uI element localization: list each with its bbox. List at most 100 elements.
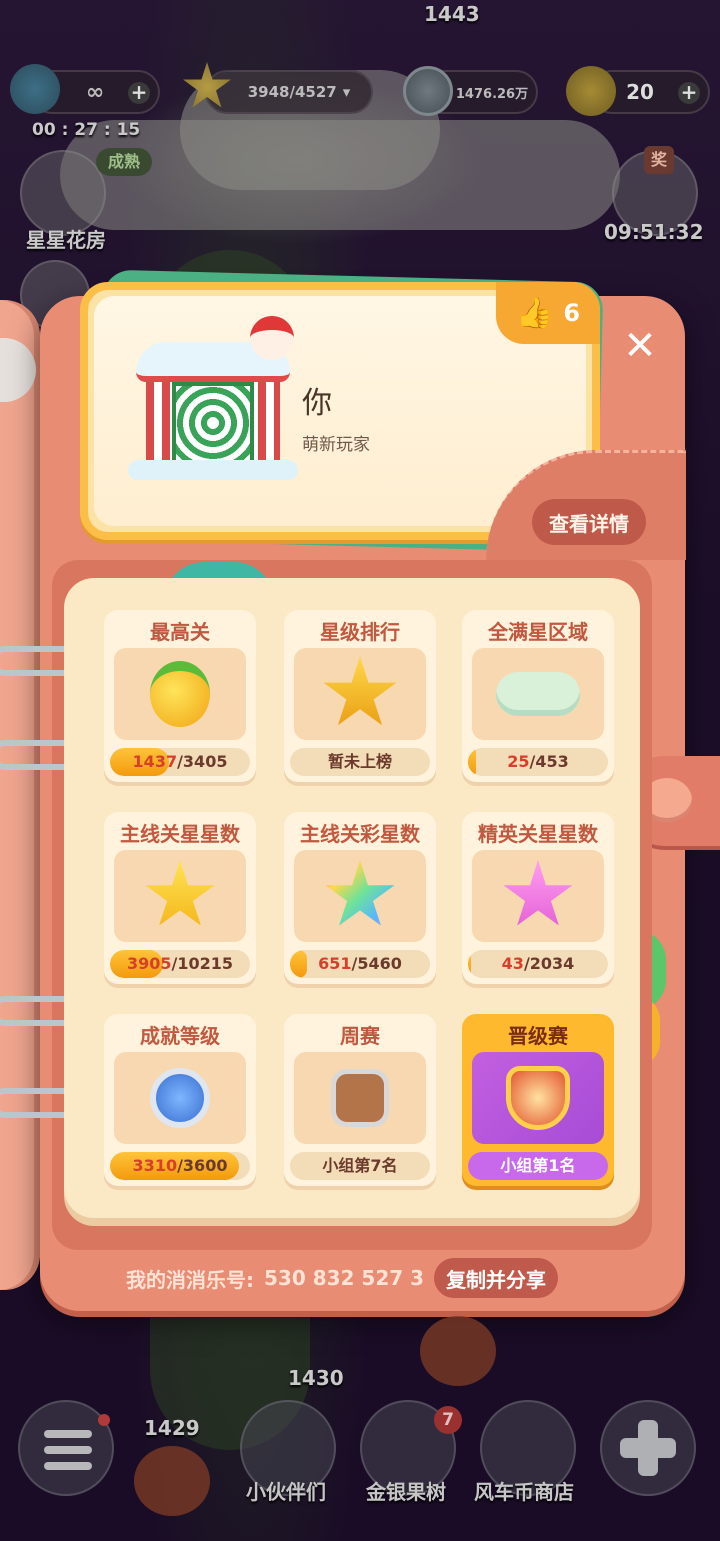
reward-timer: 09:51:32: [604, 220, 704, 244]
stat-value: 43: [501, 954, 524, 973]
player-id-label: 我的消消乐号:: [126, 1267, 254, 1292]
map-level-1429[interactable]: 1429: [144, 1416, 200, 1440]
stat-title: 最高关: [150, 620, 210, 644]
fruit-decoration: [420, 1316, 496, 1386]
stat-progress-text: 25/453: [468, 748, 608, 776]
stat-value: 651: [318, 954, 352, 973]
star-counter[interactable]: 3948/4527 ▾: [205, 70, 373, 114]
stat-total: /5460: [351, 954, 402, 973]
stat-total: /2034: [523, 954, 575, 973]
stat-title: 星级排行: [320, 620, 400, 644]
view-details-button[interactable]: 查看详情: [532, 499, 646, 545]
stat-image: [294, 1052, 426, 1144]
stat-status-bar: 暂未上榜: [290, 748, 430, 776]
gold-plus-button[interactable]: +: [678, 82, 700, 104]
flower-house-label: 星星花房: [26, 228, 106, 252]
player-id-row: 我的消消乐号: 530 832 527 3 复制并分享: [126, 1258, 559, 1298]
stat-status-text: 小组第7名: [322, 1156, 398, 1175]
player-id-value: 530 832 527 3: [264, 1266, 425, 1290]
close-icon[interactable]: ✕: [620, 326, 660, 366]
stat-total: /3600: [177, 1156, 228, 1175]
reward-badge: 奖: [644, 146, 674, 174]
energy-plus-button[interactable]: +: [128, 82, 150, 104]
stat-image: [294, 648, 426, 740]
stat-image: [294, 850, 426, 942]
stat-tile-5[interactable]: 主线关彩星数 651/5460: [284, 812, 436, 984]
stat-value: 3310: [132, 1156, 178, 1175]
stat-image: [472, 1052, 604, 1144]
lightning-icon: [10, 64, 60, 114]
stat-progress-text: 3905/10215: [110, 950, 250, 978]
stat-title: 全满星区域: [488, 620, 588, 644]
stat-image: [114, 1052, 246, 1144]
stat-title: 主线关星星数: [120, 822, 240, 846]
energy-value: ∞: [85, 79, 105, 105]
stat-tile-7[interactable]: 成就等级 3310/3600: [104, 1014, 256, 1186]
stat-total: /453: [529, 752, 569, 771]
shop-label: 风车币商店: [474, 1480, 574, 1504]
menu-icon: [44, 1430, 92, 1438]
stat-title: 晋级赛: [508, 1024, 568, 1048]
map-level-1430[interactable]: 1430: [288, 1366, 344, 1390]
star-trophy-icon: [322, 656, 398, 732]
tree-badge: 7: [434, 1406, 462, 1434]
menu-notification-dot: [98, 1414, 110, 1426]
house-door: [172, 382, 254, 464]
star-cloud-icon: [496, 672, 580, 716]
stat-progress-text: 3310/3600: [110, 1152, 250, 1180]
stat-progress-text: 651/5460: [290, 950, 430, 978]
cat-badge-icon: [331, 1069, 389, 1127]
stat-title: 周赛: [340, 1024, 380, 1048]
avatar[interactable]: [128, 316, 298, 480]
stat-progress-text: 1437/3405: [110, 748, 250, 776]
gold-value: 20: [626, 80, 654, 104]
flower-house-badge: 成熟: [96, 148, 152, 176]
stats-page: 最高关 1437/3405 星级排行暂未上榜 全满星区域 25/453 主线关星星数 390…: [64, 578, 640, 1218]
stat-progress-bar: 651/5460: [290, 950, 430, 978]
stat-value: 3905: [126, 954, 172, 973]
stat-progress-bar: 3905/10215: [110, 950, 250, 978]
stat-progress-text: 43/2034: [468, 950, 608, 978]
stat-progress-bar: 43/2034: [468, 950, 608, 978]
stat-title: 精英关星星数: [478, 822, 598, 846]
star-value: 3948/4527: [247, 83, 337, 101]
stat-tile-3[interactable]: 全满星区域 25/453: [462, 610, 614, 782]
stat-progress-bar: 1437/3405: [110, 748, 250, 776]
stat-tile-6[interactable]: 精英关星星数 43/2034: [462, 812, 614, 984]
top-level-number: 1443: [424, 2, 480, 26]
stat-tile-2[interactable]: 星级排行 暂未上榜: [284, 610, 436, 782]
snow-base: [128, 460, 298, 480]
stat-value: 25: [507, 752, 530, 771]
stat-total: /10215: [171, 954, 234, 973]
player-name: 你: [302, 386, 332, 421]
stat-status-bar: 小组第1名: [468, 1152, 608, 1180]
stat-tile-1[interactable]: 最高关 1437/3405: [104, 610, 256, 782]
player-title: 萌新玩家: [302, 435, 370, 455]
stat-title: 主线关彩星数: [300, 822, 420, 846]
stat-total: /3405: [177, 752, 228, 771]
stat-image: [114, 850, 246, 942]
thumbs-up-icon: 👍: [515, 295, 554, 331]
stat-tile-9[interactable]: 晋级赛小组第1名: [462, 1014, 614, 1186]
rainbow-star-icon: [324, 860, 396, 932]
stat-tile-4[interactable]: 主线关星星数 3905/10215: [104, 812, 256, 984]
fruit-decoration-2: [134, 1446, 210, 1516]
stat-title: 成就等级: [140, 1024, 220, 1048]
stat-image: [114, 648, 246, 740]
stat-status-text: 暂未上榜: [327, 752, 392, 771]
like-counter[interactable]: 👍 6: [496, 282, 600, 344]
gold-bean-icon: [566, 66, 616, 116]
copy-share-button[interactable]: 复制并分享: [434, 1258, 559, 1298]
winged-shield-icon: [506, 1066, 570, 1130]
yellow-star-icon: [144, 860, 216, 932]
stat-image: [472, 648, 604, 740]
tree-label: 金银果树: [366, 1480, 446, 1504]
stat-status-text: 小组第1名: [500, 1156, 576, 1175]
windmill-coin-icon: [403, 66, 453, 116]
energy-timer: 00 : 27 : 15: [32, 120, 141, 140]
partners-label: 小伙伴们: [246, 1480, 326, 1504]
add-button[interactable]: [600, 1400, 696, 1496]
medal-icon: [150, 1068, 210, 1128]
stat-tile-8[interactable]: 周赛小组第7名: [284, 1014, 436, 1186]
pink-star-icon: [502, 860, 574, 932]
